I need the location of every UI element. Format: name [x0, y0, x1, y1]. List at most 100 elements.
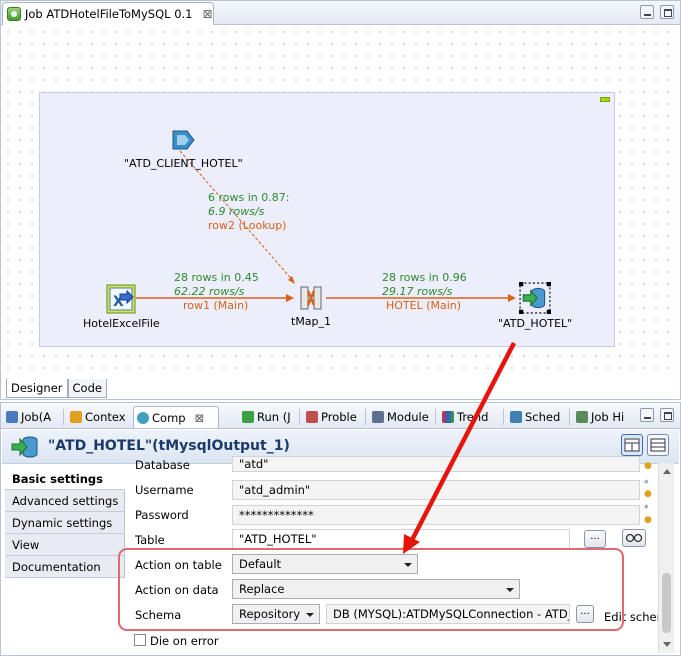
tab-contexts[interactable]: Contex — [67, 406, 129, 428]
scroll-up-icon[interactable] — [663, 469, 671, 474]
database-label: Database — [135, 458, 190, 472]
editor-tabbar: Job ATDHotelFileToMySQL 0.1 ⊠ — [1, 1, 680, 25]
component-atd-client-hotel[interactable]: "ATD_CLIENT_HOTEL" — [124, 126, 243, 170]
tab-label: Module — [387, 410, 429, 424]
warning-icon: ● — [644, 515, 652, 525]
tab-label: Sched — [525, 410, 561, 424]
tab-designer[interactable]: Designer — [6, 379, 68, 398]
tab-label: Run (J — [257, 410, 291, 424]
tab-code[interactable]: Code — [67, 379, 107, 398]
trend-icon — [442, 411, 454, 423]
database-field[interactable]: "atd" — [232, 456, 640, 472]
contexts-icon — [70, 411, 82, 423]
maximize-button[interactable] — [660, 408, 674, 422]
flow-name-text[interactable]: row2 (Lookup) — [208, 219, 289, 233]
sidebar-item-basic-settings[interactable]: Basic settings — [5, 468, 125, 490]
maximize-button[interactable] — [660, 5, 674, 19]
username-field[interactable]: "atd_admin" — [232, 480, 640, 500]
minimize-button[interactable] — [640, 5, 654, 19]
scroll-down-icon[interactable] — [663, 642, 671, 647]
sidebar-item-advanced-settings[interactable]: Advanced settings — [5, 490, 125, 512]
warning-icon: ● — [644, 489, 652, 499]
problems-icon — [306, 411, 318, 423]
tab-trend[interactable]: Trend — [439, 406, 491, 428]
job-view-icon — [6, 411, 18, 423]
flow-name-text[interactable]: row1 (Main) — [174, 299, 259, 313]
warning-icon: ● — [644, 461, 652, 471]
username-label: Username — [135, 483, 194, 497]
tab-label: Contex — [85, 410, 126, 424]
excel-input-icon: X — [106, 284, 136, 314]
password-field[interactable]: ************* — [232, 505, 640, 525]
table-browse-button[interactable]: ... — [584, 530, 606, 548]
tab-job-editor[interactable]: Job ATDHotelFileToMySQL 0.1 ⊠ — [2, 2, 214, 25]
tab-title: Job ATDHotelFileToMySQL 0.1 — [25, 7, 193, 21]
tab-scheduler[interactable]: Sched — [507, 406, 563, 428]
tab-label: Job Hi — [591, 410, 625, 424]
sidebar-item-view[interactable]: View — [5, 534, 125, 556]
table-field[interactable]: "ATD_HOTEL" — [232, 529, 570, 549]
component-hotel-excel-file[interactable]: X HotelExcelFile — [83, 284, 160, 330]
tmap-icon — [300, 286, 322, 310]
close-icon[interactable]: ⊠ — [202, 7, 212, 21]
grid-layout-icon — [624, 438, 640, 452]
layout-grid-button[interactable] — [621, 434, 643, 456]
history-icon — [576, 411, 588, 423]
flow-rows-text: 28 rows in 0.45 — [174, 271, 259, 284]
editor-mode-tabs: Designer Code — [6, 379, 107, 399]
flow-label-row2: 6 rows in 0.87: 6.9 rows/s row2 (Lookup) — [208, 191, 289, 233]
info-star-icon: * — [644, 479, 649, 489]
job-editor: Job ATDHotelFileToMySQL 0.1 ⊠ "ATD_CLIEN… — [0, 0, 681, 400]
designer-canvas[interactable]: "ATD_CLIENT_HOTEL" X HotelExcelFile tMap… — [2, 26, 679, 376]
component-label: HotelExcelFile — [83, 317, 160, 330]
table-label: Table — [135, 533, 165, 547]
component-label: "ATD_HOTEL" — [498, 317, 573, 330]
scroll-thumb[interactable] — [662, 573, 671, 633]
layout-list-button[interactable] — [647, 434, 669, 456]
flow-label-row1: 28 rows in 0.45 62.22 rows/s row1 (Main) — [174, 271, 259, 313]
component-tmap-1[interactable]: tMap_1 — [291, 284, 331, 328]
tab-label: Comp — [152, 410, 186, 425]
password-label: Password — [135, 508, 189, 522]
flow-row2-arrowhead — [288, 276, 295, 284]
tab-label: Trend — [457, 410, 489, 424]
flow-rows-text: 6 rows in 0.87: — [208, 191, 290, 204]
tab-modules[interactable]: Module — [369, 406, 432, 428]
component-view-icon — [137, 411, 149, 424]
sidebar-item-documentation[interactable]: Documentation — [5, 556, 125, 578]
flow-name-text[interactable]: HOTEL (Main) — [382, 299, 467, 313]
component-title: "ATD_HOTEL"(tMysqlOutput_1) — [48, 438, 290, 454]
sidebar-item-dynamic-settings[interactable]: Dynamic settings — [5, 512, 125, 534]
run-icon — [242, 411, 254, 423]
properties-scrollbar[interactable] — [658, 463, 674, 653]
tab-job[interactable]: Job(A — [3, 406, 54, 428]
component-label: "ATD_CLIENT_HOTEL" — [124, 157, 243, 170]
component-label: tMap_1 — [291, 315, 332, 328]
minimize-button[interactable] — [640, 408, 654, 422]
job-icon — [7, 7, 21, 21]
tab-component[interactable]: Comp ⊠ — [133, 406, 219, 428]
mysql-input-icon — [172, 130, 195, 150]
highlight-box — [118, 548, 624, 631]
tab-label: Job(A — [21, 410, 52, 424]
settings-sidebar: Basic settings Advanced settings Dynamic… — [5, 468, 125, 578]
mysql-output-icon — [519, 282, 552, 314]
table-guess-button[interactable] — [622, 529, 646, 547]
flow-rate-text: 62.22 rows/s — [174, 285, 245, 298]
binoculars-icon — [625, 533, 643, 543]
flow-rate-text: 6.9 rows/s — [208, 205, 265, 218]
tab-label: Proble — [321, 410, 357, 424]
list-layout-icon — [650, 438, 666, 452]
die-on-error-label: Die on error — [150, 634, 219, 648]
tab-problems[interactable]: Proble — [303, 406, 360, 428]
mysql-output-icon — [11, 436, 38, 458]
modules-icon — [372, 411, 384, 423]
flow-rate-text: 29.17 rows/s — [382, 285, 453, 298]
close-icon[interactable]: ⊠ — [195, 411, 205, 425]
tab-job-history[interactable]: Job Hi — [573, 406, 627, 428]
scheduler-icon — [510, 411, 522, 423]
die-on-error-checkbox[interactable] — [134, 634, 146, 646]
tab-run[interactable]: Run (J — [239, 406, 294, 428]
info-star-icon: * — [644, 504, 649, 514]
component-atd-hotel[interactable]: "ATD_HOTEL" — [498, 282, 572, 330]
